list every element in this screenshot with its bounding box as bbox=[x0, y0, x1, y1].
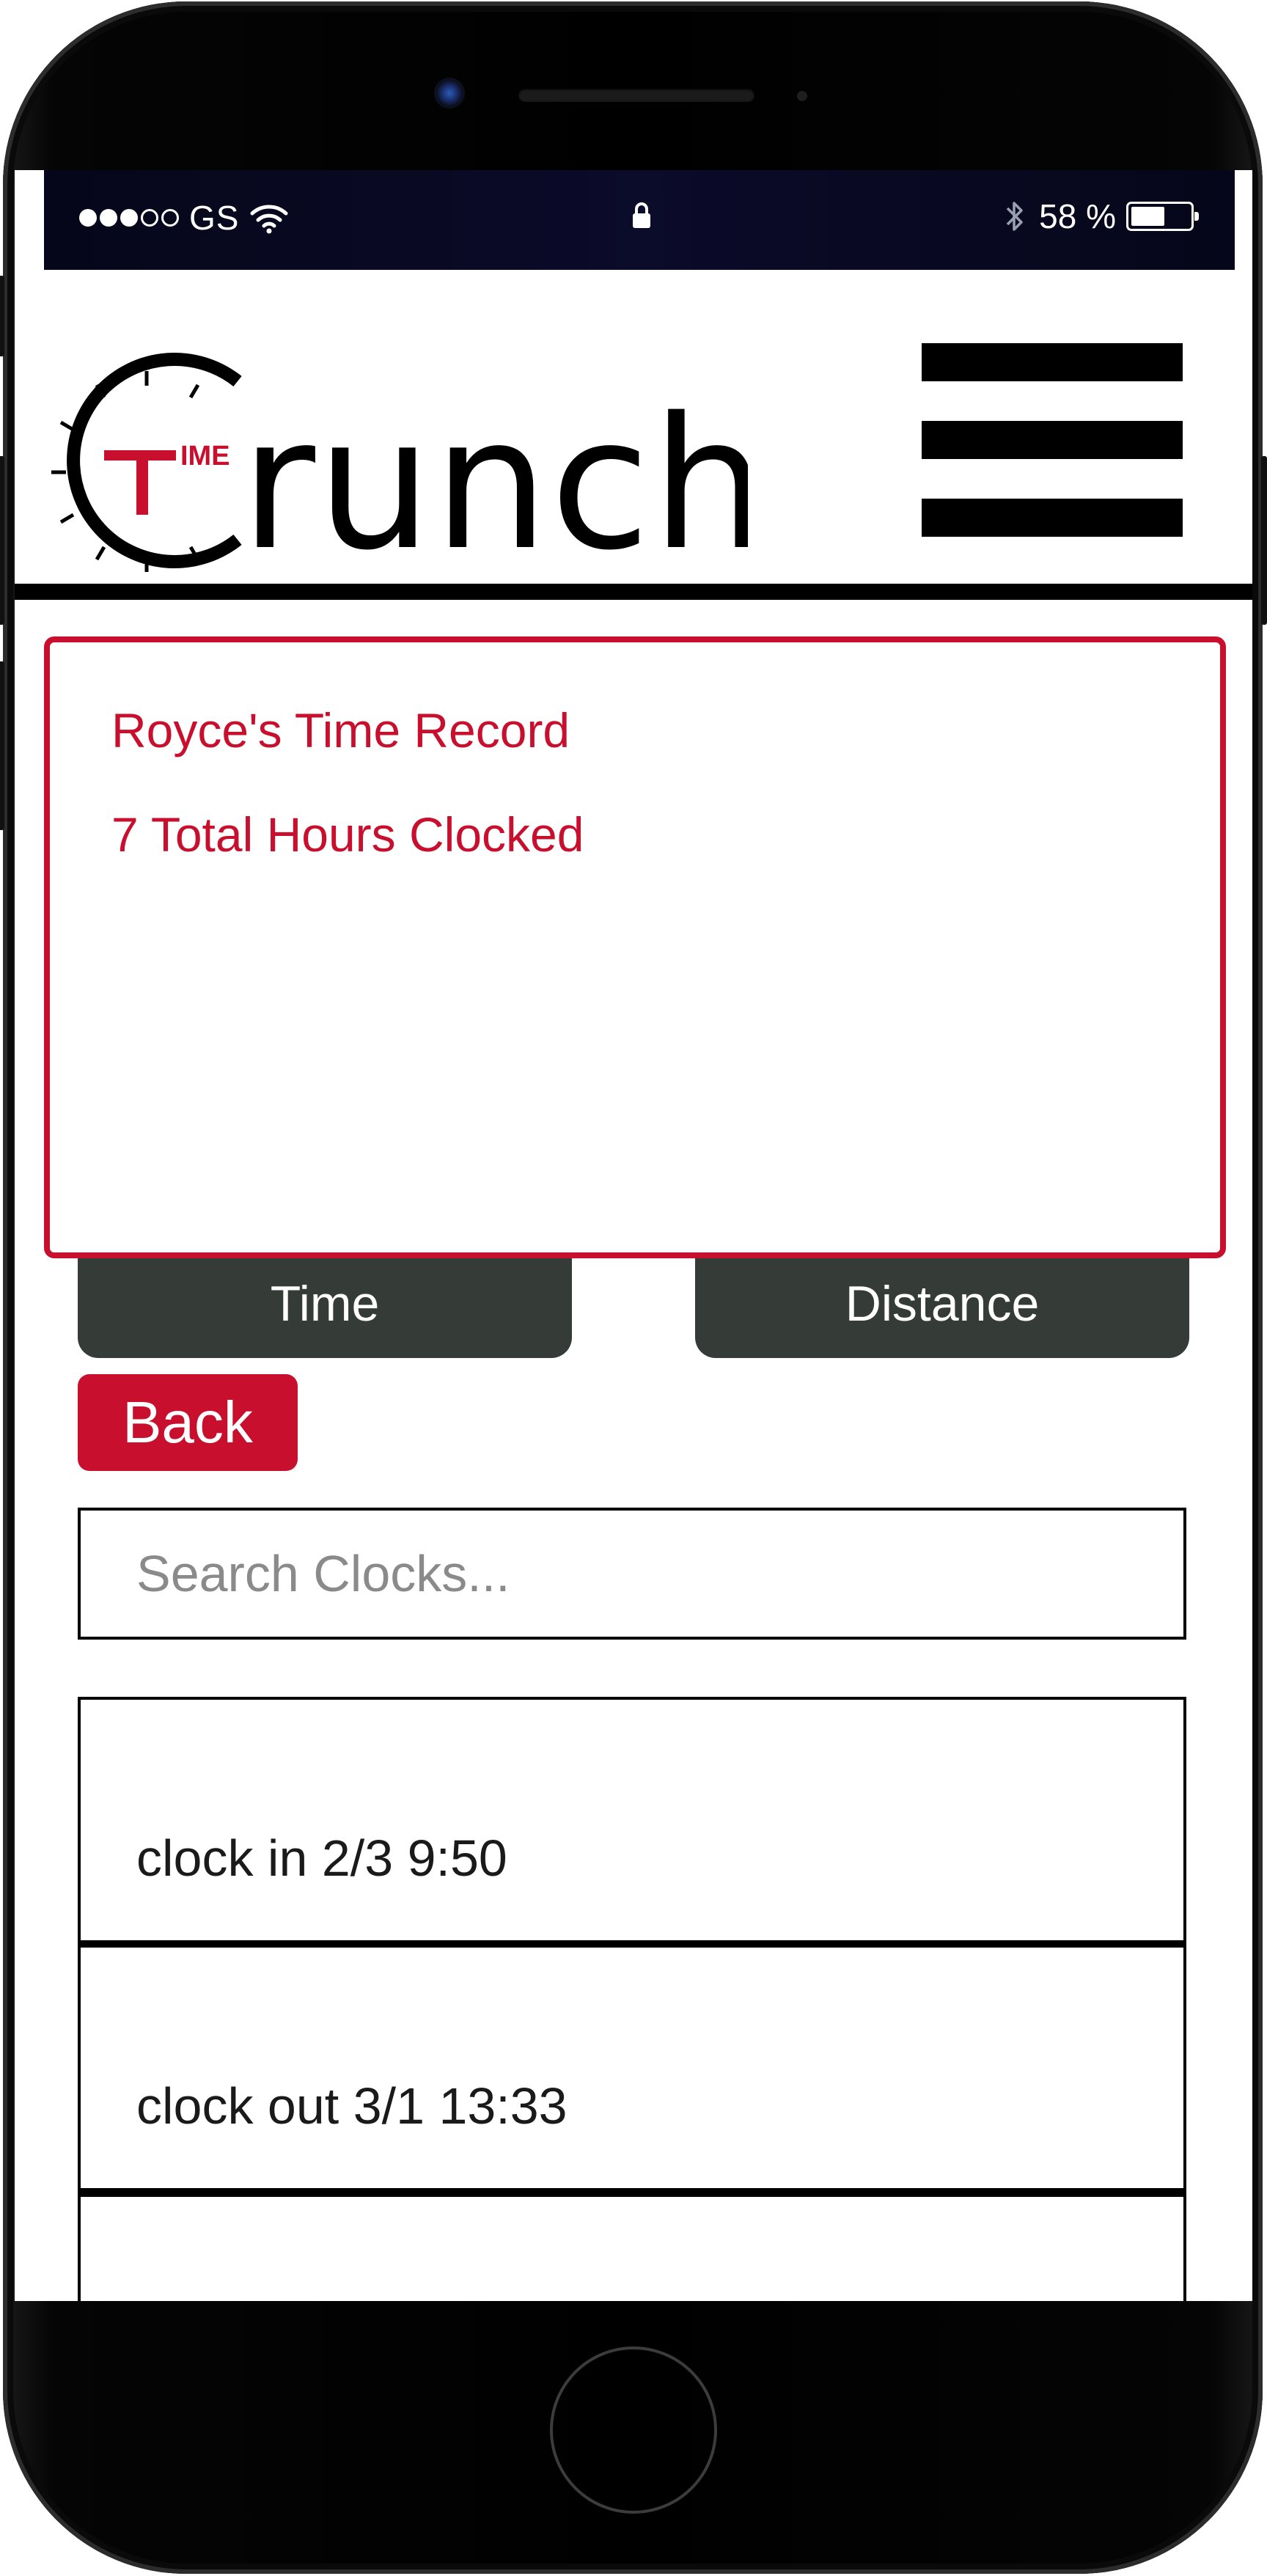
menu-bar-bottom bbox=[922, 499, 1183, 537]
phone-mockup: GS 58 % IME runch Royce's Time Record 7 … bbox=[0, 0, 1267, 2576]
app-screen: GS 58 % IME runch Royce's Time Record 7 … bbox=[15, 170, 1252, 2301]
back-button[interactable]: Back bbox=[78, 1374, 298, 1471]
header-divider bbox=[15, 584, 1252, 600]
menu-bar-top bbox=[922, 343, 1183, 381]
signal-dot-empty bbox=[141, 209, 158, 227]
clock-list-item[interactable] bbox=[78, 2191, 1186, 2301]
clock-entry-label: clock in 2/3 9:50 bbox=[136, 1830, 507, 1887]
power-button bbox=[1261, 456, 1267, 625]
battery-fill bbox=[1131, 207, 1164, 226]
app-header: IME runch bbox=[15, 270, 1252, 578]
battery-percent: 58 % bbox=[1039, 197, 1116, 235]
signal-dot-filled bbox=[100, 209, 117, 227]
proximity-sensor bbox=[797, 91, 807, 101]
home-button[interactable] bbox=[550, 2346, 717, 2514]
front-camera bbox=[434, 78, 465, 109]
clock-list-item[interactable]: clock out 3/1 13:33 bbox=[78, 1942, 1186, 2191]
volume-down-button bbox=[0, 661, 4, 830]
clock-list-item[interactable]: clock in 2/3 9:50 bbox=[78, 1697, 1186, 1943]
silent-switch bbox=[0, 276, 4, 356]
tab-distance[interactable]: Distance bbox=[695, 1258, 1189, 1358]
battery-tip bbox=[1194, 212, 1199, 221]
signal-dot-filled bbox=[79, 209, 97, 227]
time-record-card: Royce's Time Record 7 Total Hours Clocke… bbox=[44, 636, 1226, 1258]
time-crunch-logo[interactable]: IME runch bbox=[44, 343, 748, 578]
volume-up-button bbox=[0, 456, 4, 625]
tab-time[interactable]: Time bbox=[78, 1258, 572, 1358]
bluetooth-icon bbox=[1006, 202, 1023, 231]
clock-entry-label: clock out 3/1 13:33 bbox=[136, 2077, 568, 2135]
signal-dot-filled bbox=[120, 209, 138, 227]
svg-text:runch: runch bbox=[240, 379, 748, 578]
record-title: Royce's Time Record bbox=[111, 703, 570, 757]
wifi-icon bbox=[250, 205, 288, 234]
lock-icon bbox=[633, 202, 650, 228]
battery-icon bbox=[1126, 202, 1199, 231]
svg-text:IME: IME bbox=[180, 441, 230, 471]
status-right: 58 % bbox=[1004, 197, 1199, 236]
carrier-name: GS bbox=[189, 199, 240, 237]
search-clocks-input[interactable] bbox=[78, 1508, 1186, 1640]
earpiece-speaker bbox=[518, 89, 754, 102]
hamburger-menu-icon[interactable] bbox=[922, 343, 1183, 537]
status-left: GS bbox=[79, 198, 289, 238]
status-bar: GS 58 % bbox=[44, 170, 1235, 270]
signal-dot-empty bbox=[161, 209, 179, 227]
total-hours-clocked: 7 Total Hours Clocked bbox=[111, 807, 584, 862]
menu-bar-middle bbox=[922, 421, 1183, 459]
